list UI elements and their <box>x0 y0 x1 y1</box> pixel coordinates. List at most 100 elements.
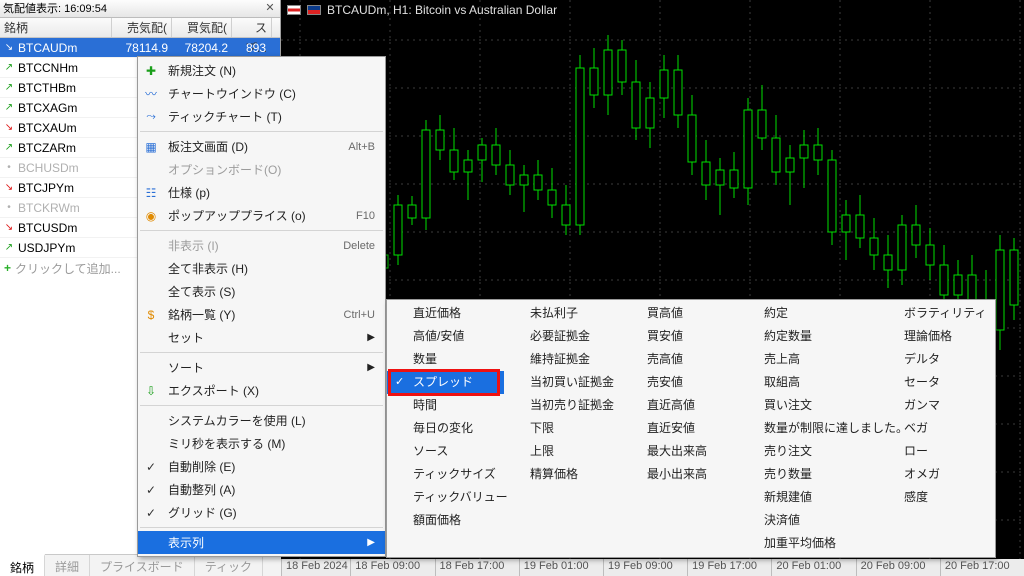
menu-icon: 〰 <box>142 85 160 103</box>
menu-item[interactable]: 表示列▶ <box>138 531 385 554</box>
symbol-name: USDJPYm <box>18 238 75 258</box>
menu-item[interactable]: ミリ秒を表示する (M) <box>138 432 385 455</box>
submenu-item[interactable]: デルタ <box>878 348 995 371</box>
menu-item[interactable]: $銘柄一覧 (Y)Ctrl+U <box>138 303 385 326</box>
submenu-item[interactable]: 未払利子 <box>504 302 621 325</box>
submenu-item[interactable]: 理論価格 <box>878 325 995 348</box>
submenu-item[interactable]: ロー <box>878 440 995 463</box>
submenu-item[interactable]: 下限 <box>504 417 621 440</box>
check-icon: ✓ <box>142 483 160 497</box>
x-tick: 20 Feb 01:00 <box>771 559 855 576</box>
submenu-item[interactable]: 売り数量 <box>738 463 878 486</box>
menu-item[interactable]: ☷仕様 (p) <box>138 181 385 204</box>
submenu-item[interactable]: 約定 <box>738 302 878 325</box>
submenu-item[interactable]: 直近価格 <box>387 302 504 325</box>
symbol-name: BTCKRWm <box>18 198 80 218</box>
submenu-item[interactable]: オメガ <box>878 463 995 486</box>
tab-ティック[interactable]: ティック <box>195 555 263 576</box>
submenu-item[interactable]: 必要証拠金 <box>504 325 621 348</box>
separator <box>140 131 383 132</box>
submenu-item[interactable]: 買高値 <box>621 302 738 325</box>
plus-icon: + <box>4 261 11 275</box>
menu-item[interactable]: 全て非表示 (H) <box>138 257 385 280</box>
submenu-item[interactable]: 数量 <box>387 348 504 371</box>
menu-item[interactable]: ▦板注文画面 (D)Alt+B <box>138 135 385 158</box>
menu-label: 自動削除 (E) <box>168 458 375 475</box>
submenu-item[interactable]: 新規建値 <box>738 486 878 509</box>
submenu-item[interactable]: ティックサイズ <box>387 463 504 486</box>
submenu-item[interactable]: 維持証拠金 <box>504 348 621 371</box>
submenu-item[interactable]: 最大出来高 <box>621 440 738 463</box>
submenu-item[interactable]: 売高値 <box>621 348 738 371</box>
col-bid[interactable]: 売気配( <box>112 18 172 37</box>
submenu-item[interactable]: ガンマ <box>878 394 995 417</box>
menu-item[interactable]: 全て表示 (S) <box>138 280 385 303</box>
submenu-item[interactable]: 直近安値 <box>621 417 738 440</box>
submenu-item[interactable]: 買い注文 <box>738 394 878 417</box>
submenu-item[interactable]: ティックバリュー <box>387 486 504 509</box>
submenu-item[interactable]: セータ <box>878 371 995 394</box>
menu-item[interactable]: ✚新規注文 (N) <box>138 59 385 82</box>
context-menu: ✚新規注文 (N)〰チャートウインドウ (C)⤳ティックチャート (T) ▦板注文… <box>137 56 386 557</box>
submenu-item[interactable]: 数量が制限に達しました。 <box>738 417 878 440</box>
submenu-item[interactable]: 感度 <box>878 486 995 509</box>
submenu-item[interactable]: 当初売り証拠金 <box>504 394 621 417</box>
submenu-item[interactable]: 決済値 <box>738 509 878 532</box>
submenu-item[interactable]: ベガ <box>878 417 995 440</box>
tab-詳細[interactable]: 詳細 <box>45 555 90 576</box>
tab-銘柄[interactable]: 銘柄 <box>0 554 45 576</box>
submenu-item[interactable]: 額面価格 <box>387 509 504 532</box>
col-ask[interactable]: 買気配( <box>172 18 232 37</box>
menu-item[interactable]: ✓ 自動整列 (A) <box>138 478 385 501</box>
menu-label: ポップアッププライス (o) <box>168 207 348 224</box>
submenu-item[interactable]: 時間 <box>387 394 504 417</box>
menu-label: 自動整列 (A) <box>168 481 375 498</box>
menu-item[interactable]: ソート▶ <box>138 356 385 379</box>
submenu-item[interactable]: 最小出来高 <box>621 463 738 486</box>
submenu-item[interactable]: 毎日の変化 <box>387 417 504 440</box>
submenu-item[interactable]: 売上高 <box>738 348 878 371</box>
submenu-item[interactable]: 売安値 <box>621 371 738 394</box>
submenu-item[interactable]: 上限 <box>504 440 621 463</box>
submenu-item[interactable]: 精算価格 <box>504 463 621 486</box>
submenu-item[interactable]: スプレッド <box>387 371 504 394</box>
check-icon: ✓ <box>142 506 160 520</box>
menu-icon <box>142 161 160 179</box>
submenu-item[interactable]: 買安値 <box>621 325 738 348</box>
menu-label: システムカラーを使用 (L) <box>168 412 375 429</box>
menu-item[interactable]: システムカラーを使用 (L) <box>138 409 385 432</box>
menu-item[interactable]: ✓自動削除 (E) <box>138 455 385 478</box>
submenu-item[interactable]: ソース <box>387 440 504 463</box>
symbol-name: BTCTHBm <box>18 78 76 98</box>
submenu-item[interactable]: 直近高値 <box>621 394 738 417</box>
menu-item[interactable]: ◉ポップアッププライス (o)F10 <box>138 204 385 227</box>
col-spread[interactable]: スプ... <box>232 18 272 37</box>
menu-icon <box>142 237 160 255</box>
close-icon[interactable]: ✕ <box>263 1 277 15</box>
menu-item[interactable]: セット▶ <box>138 326 385 349</box>
submenu-item[interactable]: 加重平均価格 <box>738 532 878 555</box>
col-symbol[interactable]: 銘柄 <box>0 18 112 37</box>
tab-プライスボード[interactable]: プライスボード <box>90 555 195 576</box>
symbol-row-BTCAUDm[interactable]: ↘BTCAUDm78114.978204.2893 <box>0 38 280 58</box>
menu-item[interactable]: 〰チャートウインドウ (C) <box>138 82 385 105</box>
symbol-name: BTCZARm <box>18 138 76 158</box>
chevron-right-icon: ▶ <box>367 537 375 548</box>
menu-label: セット <box>168 329 359 346</box>
menu-item[interactable]: ✓グリッド (G) <box>138 501 385 524</box>
submenu-item[interactable]: 約定数量 <box>738 325 878 348</box>
menu-item[interactable]: ⤳ティックチャート (T) <box>138 105 385 128</box>
symbol-name: BTCUSDm <box>18 218 77 238</box>
menu-label: 全て非表示 (H) <box>168 260 375 277</box>
direction-icon: ↘ <box>4 178 14 198</box>
menu-icon <box>142 260 160 278</box>
submenu-item[interactable]: 当初買い証拠金 <box>504 371 621 394</box>
menu-item[interactable]: ⇩エクスポート (X) <box>138 379 385 402</box>
menu-icon: ✚ <box>142 62 160 80</box>
submenu-item[interactable]: ボラティリティ <box>878 302 995 325</box>
submenu-item[interactable]: 高値/安値 <box>387 325 504 348</box>
menu-icon <box>142 329 160 347</box>
submenu-item[interactable]: 売り注文 <box>738 440 878 463</box>
submenu-item[interactable]: 取組高 <box>738 371 878 394</box>
columns-submenu: 直近価格高値/安値数量スプレッド時間毎日の変化ソースティックサイズティックバリュ… <box>386 299 996 558</box>
